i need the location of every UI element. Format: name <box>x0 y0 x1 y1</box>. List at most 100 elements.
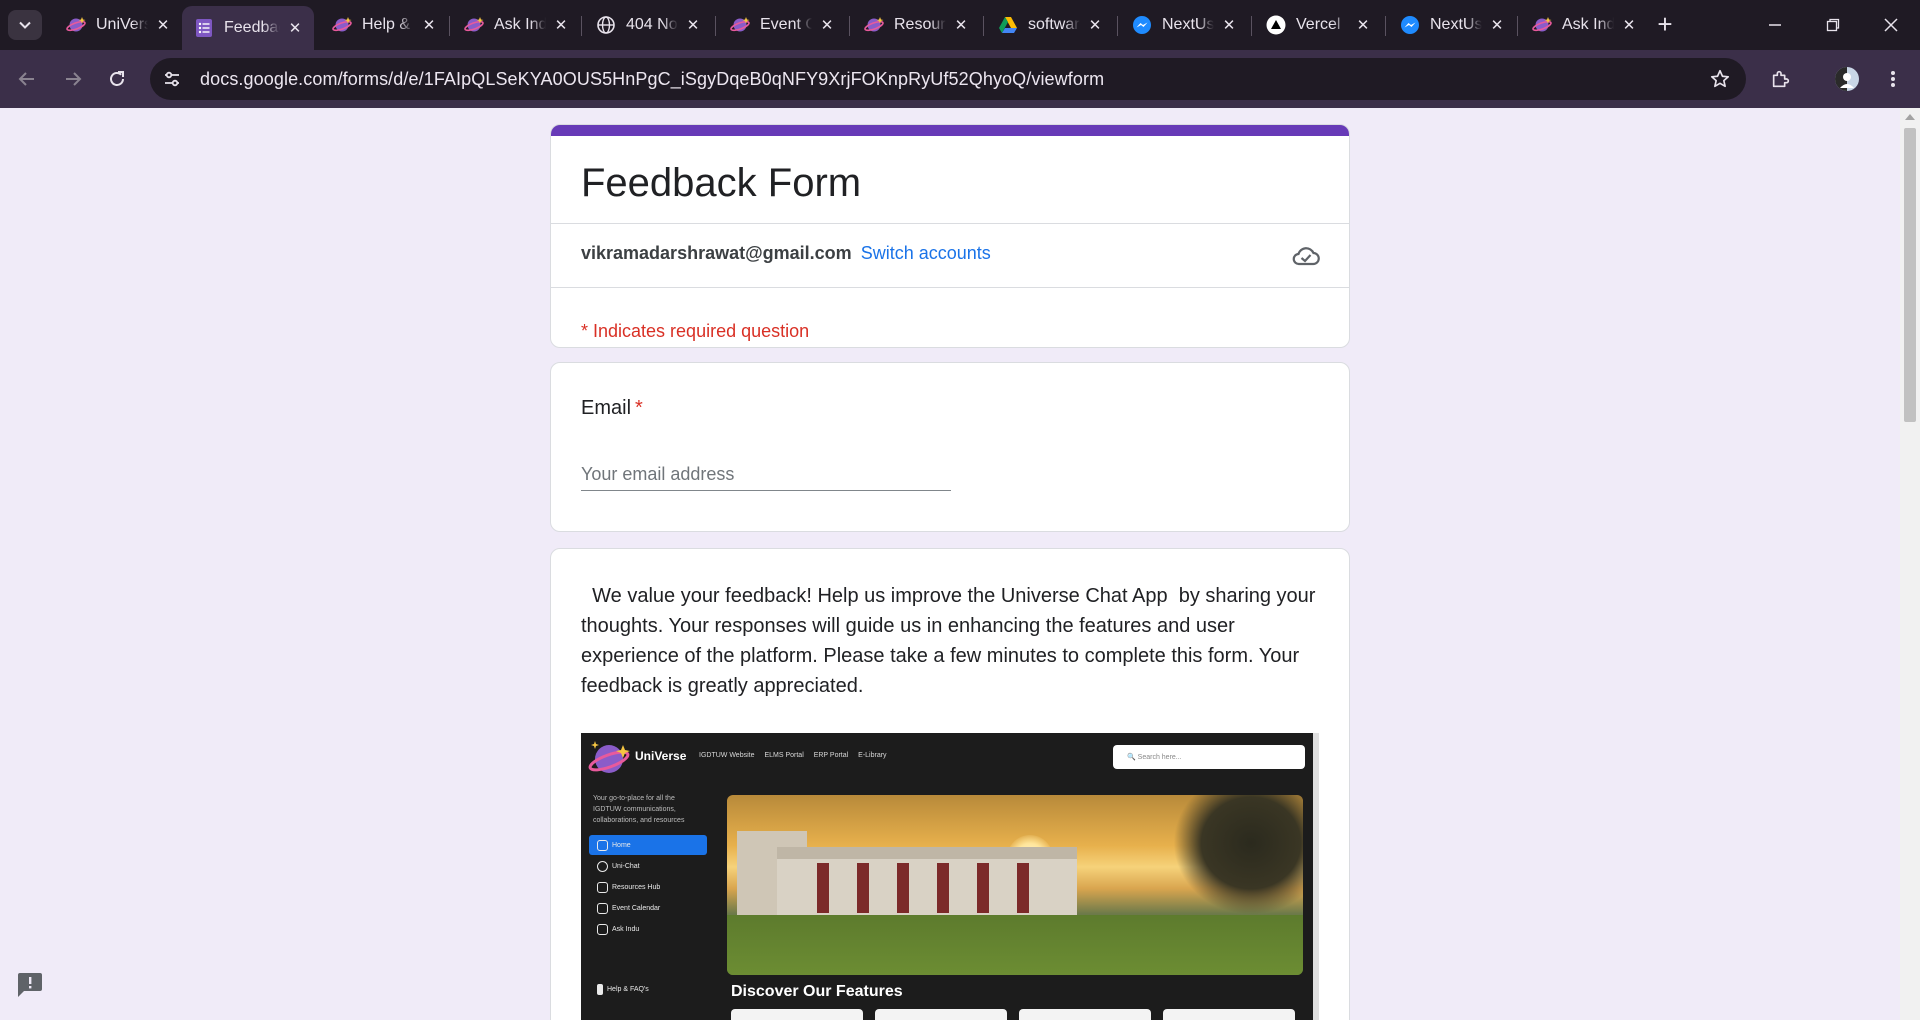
browser-tab[interactable]: Vercel ✕ <box>1254 6 1382 44</box>
tab-close-icon[interactable]: ✕ <box>1220 16 1238 34</box>
tab-close-icon[interactable]: ✕ <box>1354 16 1372 34</box>
browser-tab[interactable]: software ✕ <box>986 6 1114 44</box>
email-input[interactable] <box>581 459 951 491</box>
browser-tab[interactable]: UniVerse ✕ <box>54 6 182 44</box>
back-button[interactable] <box>10 62 44 96</box>
description-card: We value your feedback! Help us improve … <box>550 548 1350 1020</box>
address-bar[interactable]: docs.google.com/forms/d/e/1FAIpQLSeKYA0O… <box>150 58 1746 100</box>
browser-tab[interactable]: Feedback Form ✕ <box>182 6 314 50</box>
tab-close-icon[interactable]: ✕ <box>1620 16 1638 34</box>
tab-separator <box>1251 16 1252 36</box>
vercel-icon <box>1266 15 1286 35</box>
tab-close-icon[interactable]: ✕ <box>286 19 304 37</box>
close-icon <box>1884 18 1898 32</box>
preview-link: ERP Portal <box>813 752 849 759</box>
facade-stripe <box>937 863 949 913</box>
page-scrollbar[interactable] <box>1900 108 1920 1020</box>
roof <box>777 847 1077 859</box>
restore-button[interactable] <box>1810 8 1856 42</box>
browser-toolbar: docs.google.com/forms/d/e/1FAIpQLSeKYA0O… <box>0 50 1920 108</box>
tune-icon <box>165 71 179 87</box>
url-text: docs.google.com/forms/d/e/1FAIpQLSeKYA0O… <box>200 68 1105 89</box>
preview-nav-home: Home <box>589 835 707 855</box>
lawn <box>727 915 1303 975</box>
tab-close-icon[interactable]: ✕ <box>154 16 172 34</box>
tab-title: Ask Indu <box>494 16 546 33</box>
site-info-button[interactable] <box>154 61 190 97</box>
switch-accounts-link[interactable]: Switch accounts <box>861 243 991 263</box>
preview-feature-tile <box>731 1009 863 1020</box>
preview-feature-tile <box>1019 1009 1151 1020</box>
tab-strip: UniVerse✕Feedback Form✕Help & FAQs✕Ask I… <box>0 0 1920 50</box>
preview-link: IGDTUW Website <box>699 752 755 759</box>
avatar-icon <box>1835 67 1859 91</box>
star-icon <box>1710 69 1730 88</box>
tab-title: Feedback Form <box>224 19 280 36</box>
tab-separator <box>715 16 716 36</box>
cloud-saved-icon <box>1292 247 1320 266</box>
form-header-card: Feedback Form vikramadarshrawat@gmail.co… <box>550 124 1350 348</box>
scroll-thumb[interactable] <box>1904 128 1916 422</box>
universe-logo-icon <box>332 15 352 35</box>
page-viewport: Feedback Form vikramadarshrawat@gmail.co… <box>0 108 1900 1020</box>
tab-close-icon[interactable]: ✕ <box>420 16 438 34</box>
browser-tab[interactable]: Event Calendar ✕ <box>718 6 846 44</box>
robot-icon <box>597 923 608 935</box>
bookmark-button[interactable] <box>1708 67 1732 91</box>
chevron-down-icon <box>19 21 31 29</box>
tab-separator <box>1385 16 1386 36</box>
universe-logo-icon <box>464 15 484 35</box>
preview-hero-image <box>727 795 1303 975</box>
browser-tab[interactable]: Help & FAQs ✕ <box>320 6 448 44</box>
preview-search: 🔍 Search here... <box>1113 745 1305 769</box>
help-icon <box>597 983 603 995</box>
report-feedback-icon[interactable] <box>16 972 44 998</box>
new-tab-button[interactable]: + <box>1652 11 1678 38</box>
tab-title: NextUs <box>1430 16 1482 33</box>
form-accent-bar <box>551 125 1349 136</box>
forward-button[interactable] <box>56 62 90 96</box>
minimize-button[interactable] <box>1752 8 1798 42</box>
tab-close-icon[interactable]: ✕ <box>952 16 970 34</box>
preview-link: E-Library <box>858 752 887 759</box>
facade-stripe <box>857 863 869 913</box>
tab-close-icon[interactable]: ✕ <box>552 16 570 34</box>
preview-nav-calendar: Event Calendar <box>589 898 707 918</box>
scroll-up-arrow[interactable] <box>1905 114 1915 120</box>
tab-close-icon[interactable]: ✕ <box>1086 16 1104 34</box>
reload-button[interactable] <box>100 62 134 96</box>
tab-title: 404 Not Found <box>626 16 678 33</box>
tab-title: NextUs <box>1162 16 1214 33</box>
browser-tab[interactable]: Ask Indu ✕ <box>1520 6 1648 44</box>
browser-tab[interactable]: 404 Not Found ✕ <box>584 6 712 44</box>
required-note: * Indicates required question <box>581 321 810 341</box>
tab-title: Resources Hub <box>894 16 946 33</box>
menu-button[interactable] <box>1876 62 1910 96</box>
preview-nav-links: IGDTUW Website ELMS Portal ERP Portal E-… <box>699 752 895 759</box>
universe-logo-icon <box>1532 15 1552 35</box>
minimize-icon <box>1769 24 1781 26</box>
tab-separator <box>1117 16 1118 36</box>
tab-separator <box>983 16 984 36</box>
preview-nav-label: Uni-Chat <box>612 862 640 870</box>
browser-tab[interactable]: NextUs ✕ <box>1388 6 1516 44</box>
tab-close-icon[interactable]: ✕ <box>684 16 702 34</box>
browser-tab[interactable]: NextUs ✕ <box>1120 6 1248 44</box>
arrow-left-icon <box>18 72 34 86</box>
extensions-button[interactable] <box>1764 62 1798 96</box>
universe-logo-icon <box>588 741 630 773</box>
close-window-button[interactable] <box>1868 8 1914 42</box>
restore-icon <box>1826 18 1840 32</box>
tab-search-button[interactable] <box>8 10 42 40</box>
form-description: We value your feedback! Help us improve … <box>581 585 1322 697</box>
profile-avatar[interactable] <box>1830 62 1864 96</box>
browser-tab[interactable]: Resources Hub ✕ <box>852 6 980 44</box>
more-vert-icon <box>1891 71 1895 87</box>
divider <box>551 287 1349 288</box>
tab-close-icon[interactable]: ✕ <box>818 16 836 34</box>
tab-close-icon[interactable]: ✕ <box>1488 16 1506 34</box>
preview-feature-tile <box>875 1009 1007 1020</box>
browser-tab[interactable]: Ask Indu ✕ <box>452 6 580 44</box>
facade-stripe <box>977 863 989 913</box>
facade-stripe <box>1017 863 1029 913</box>
